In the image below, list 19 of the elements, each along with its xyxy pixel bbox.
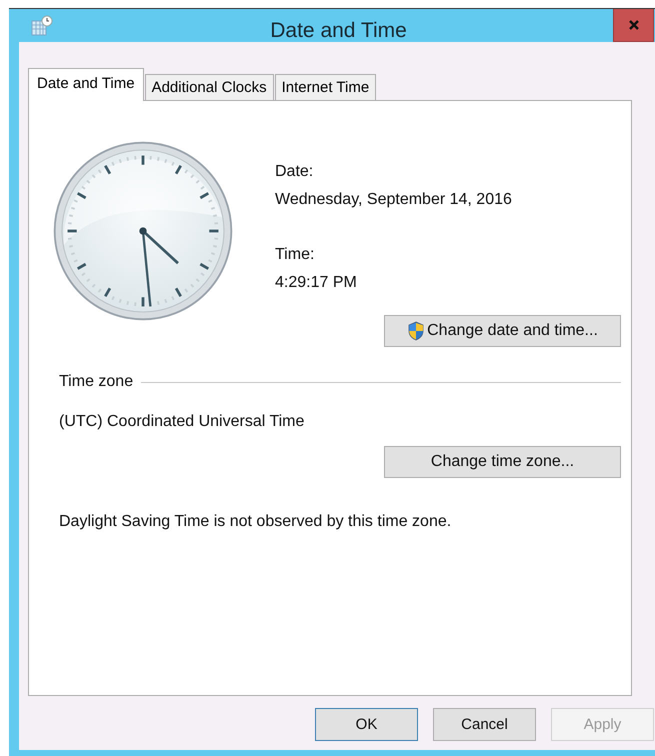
dialog-button[interactable]: Cancel [433,708,536,741]
change-time-zone-button[interactable]: Change time zone... [384,446,621,478]
time-value: 4:29:17 PM [275,274,358,292]
time-label: Time: [275,246,316,264]
change-date-button[interactable]: Change date and time... [384,315,621,347]
section-heading: Time zone [59,373,134,391]
date-label: Date: [275,163,314,181]
shield-icon [407,321,426,341]
time-zone-value: (UTC) Coordinated Universal Time [59,413,306,431]
dst-note: Daylight Saving Time is not observed by this time zone. [59,513,452,531]
tab[interactable]: Additional Clocks [144,74,274,100]
dialog-button[interactable]: OK [315,708,418,741]
calendar-clock-icon [31,14,53,36]
close-button[interactable] [613,9,654,42]
date-value: Wednesday, September 14, 2016 [275,191,512,209]
close-icon [628,19,640,31]
tab[interactable]: Internet Time [274,74,376,100]
window-title: Date and Time [270,19,407,43]
tab[interactable]: Date and Time [28,68,144,101]
